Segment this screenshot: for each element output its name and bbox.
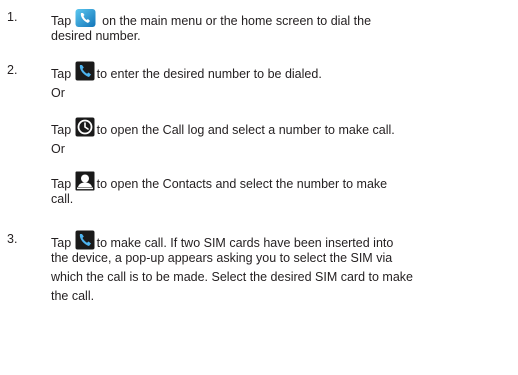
step-3-line-1-post: to make call. If two SIM cards have been… bbox=[96, 236, 394, 250]
instruction-document: 1. Tap on the main menu or the home scre… bbox=[0, 0, 518, 375]
step-2-or-2: Or bbox=[51, 142, 65, 156]
contacts-person-icon bbox=[75, 171, 95, 191]
step-2-line-1: Tap to enter the desired number to be di… bbox=[51, 61, 322, 84]
step-2-number: 2. bbox=[7, 63, 18, 77]
step-2-line-5-post: to open the Contacts and select the numb… bbox=[96, 177, 388, 191]
step-3-line-2: the device, a pop-up appears asking you … bbox=[51, 251, 393, 265]
step-2-line-3-pre: Tap bbox=[51, 123, 75, 137]
step-2-line-1-pre: Tap bbox=[51, 67, 75, 81]
step-3-line-3: which the call is to be made. Select the… bbox=[51, 270, 413, 284]
call-log-clock-icon bbox=[75, 117, 95, 137]
step-2-line-3-post: to open the Call log and select a number… bbox=[96, 123, 395, 137]
step-2-line-6: call. bbox=[51, 192, 74, 206]
step-1-number: 1. bbox=[7, 10, 18, 24]
step-1-line-1-pre: Tap bbox=[51, 14, 75, 28]
step-1-line-1-post: on the main menu or the home screen to d… bbox=[98, 14, 372, 28]
step-3-line-1-pre: Tap bbox=[51, 236, 75, 250]
step-2-line-5-pre: Tap bbox=[51, 177, 75, 191]
step-2-or-1: Or bbox=[51, 86, 65, 100]
step-2-line-5: Tap to open the Contacts and select the … bbox=[51, 171, 387, 194]
phone-app-icon bbox=[75, 8, 97, 28]
step-2-line-3: Tap to open the Call log and select a nu… bbox=[51, 117, 395, 140]
make-call-phone-icon bbox=[75, 230, 95, 250]
step-1-line-2: desired number. bbox=[51, 29, 141, 43]
phone-dialer-icon bbox=[75, 61, 95, 81]
step-3-line-4: the call. bbox=[51, 289, 95, 303]
step-2-line-1-post: to enter the desired number to be dialed… bbox=[96, 67, 322, 81]
step-3-number: 3. bbox=[7, 232, 18, 246]
